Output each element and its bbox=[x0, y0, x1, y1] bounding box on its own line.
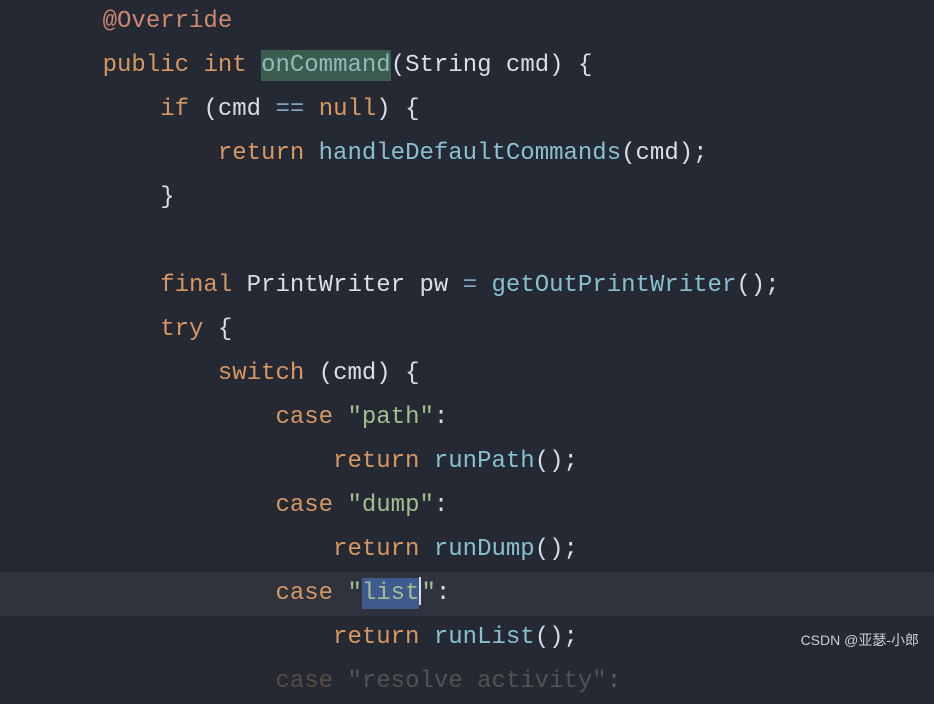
keyword-null: null bbox=[319, 96, 377, 123]
method-call: handleDefaultCommands bbox=[319, 140, 621, 167]
semicolon: ; bbox=[564, 536, 578, 563]
paren: ) bbox=[679, 140, 693, 167]
parens: () bbox=[535, 536, 564, 563]
paren: ) bbox=[376, 360, 390, 387]
semicolon: ; bbox=[765, 272, 779, 299]
code-line[interactable]: try { bbox=[45, 308, 934, 352]
paren: ( bbox=[319, 360, 333, 387]
paren: ( bbox=[621, 140, 635, 167]
string-resolve: "resolve activity" bbox=[347, 668, 606, 695]
string-path: "path" bbox=[347, 404, 433, 431]
code-line[interactable]: return handleDefaultCommands(cmd); bbox=[45, 132, 934, 176]
var-pw: pw bbox=[419, 272, 448, 299]
string-dump: "dump" bbox=[347, 492, 433, 519]
code-line[interactable]: return runDump(); bbox=[45, 528, 934, 572]
parens: () bbox=[535, 448, 564, 475]
arg-cmd: cmd bbox=[636, 140, 679, 167]
string-list-selected: list bbox=[362, 578, 420, 609]
paren: ) bbox=[376, 96, 390, 123]
type-printwriter: PrintWriter bbox=[247, 272, 405, 299]
code-line[interactable]: if (cmd == null) { bbox=[45, 88, 934, 132]
paren: ) bbox=[549, 52, 563, 79]
keyword-final: final bbox=[160, 272, 232, 299]
code-line[interactable]: case "dump": bbox=[45, 484, 934, 528]
parens: () bbox=[535, 624, 564, 651]
paren: ( bbox=[203, 96, 217, 123]
code-line[interactable]: @Override bbox=[45, 0, 934, 44]
watermark-text: CSDN @亚瑟-小郎 bbox=[801, 618, 919, 662]
code-line-current[interactable]: case "list": bbox=[0, 572, 934, 616]
code-editor[interactable]: @Override public int onCommand(String cm… bbox=[0, 0, 934, 704]
operator-assign: = bbox=[463, 272, 477, 299]
quote: " bbox=[421, 580, 435, 607]
colon: : bbox=[434, 492, 448, 519]
colon: : bbox=[436, 580, 450, 607]
keyword-case: case bbox=[275, 580, 333, 607]
brace: { bbox=[405, 360, 419, 387]
code-line[interactable]: } bbox=[45, 176, 934, 220]
semicolon: ; bbox=[693, 140, 707, 167]
colon: : bbox=[434, 404, 448, 431]
code-line[interactable]: public int onCommand(String cmd) { bbox=[45, 44, 934, 88]
brace: } bbox=[160, 184, 174, 211]
quote: " bbox=[347, 580, 361, 607]
brace: { bbox=[218, 316, 232, 343]
code-line[interactable]: return runPath(); bbox=[45, 440, 934, 484]
code-line[interactable]: case "path": bbox=[45, 396, 934, 440]
semicolon: ; bbox=[564, 624, 578, 651]
keyword-return: return bbox=[218, 140, 304, 167]
keyword-switch: switch bbox=[218, 360, 304, 387]
var-cmd: cmd bbox=[218, 96, 261, 123]
keyword-return: return bbox=[333, 624, 419, 651]
paren: ( bbox=[391, 52, 405, 79]
keyword-case: case bbox=[275, 404, 333, 431]
code-line[interactable]: switch (cmd) { bbox=[45, 352, 934, 396]
method-call: getOutPrintWriter bbox=[492, 272, 737, 299]
keyword-try: try bbox=[160, 316, 203, 343]
method-call: runList bbox=[434, 624, 535, 651]
keyword-int: int bbox=[203, 52, 246, 79]
keyword-case: case bbox=[275, 492, 333, 519]
param-name: cmd bbox=[506, 52, 549, 79]
colon: : bbox=[607, 668, 621, 695]
code-line[interactable] bbox=[45, 220, 934, 264]
method-name-highlighted: onCommand bbox=[261, 50, 391, 81]
keyword-if: if bbox=[160, 96, 189, 123]
keyword-return: return bbox=[333, 448, 419, 475]
operator-eq: == bbox=[275, 96, 304, 123]
method-call: runPath bbox=[434, 448, 535, 475]
code-line[interactable]: final PrintWriter pw = getOutPrintWriter… bbox=[45, 264, 934, 308]
parens: () bbox=[736, 272, 765, 299]
var-cmd: cmd bbox=[333, 360, 376, 387]
method-call: runDump bbox=[434, 536, 535, 563]
code-line[interactable]: case "resolve activity": bbox=[45, 660, 934, 704]
semicolon: ; bbox=[564, 448, 578, 475]
keyword-return: return bbox=[333, 536, 419, 563]
brace: { bbox=[405, 96, 419, 123]
brace: { bbox=[578, 52, 592, 79]
keyword-case: case bbox=[275, 668, 333, 695]
keyword-public: public bbox=[103, 52, 189, 79]
annotation: @Override bbox=[103, 8, 233, 35]
param-type: String bbox=[405, 52, 491, 79]
